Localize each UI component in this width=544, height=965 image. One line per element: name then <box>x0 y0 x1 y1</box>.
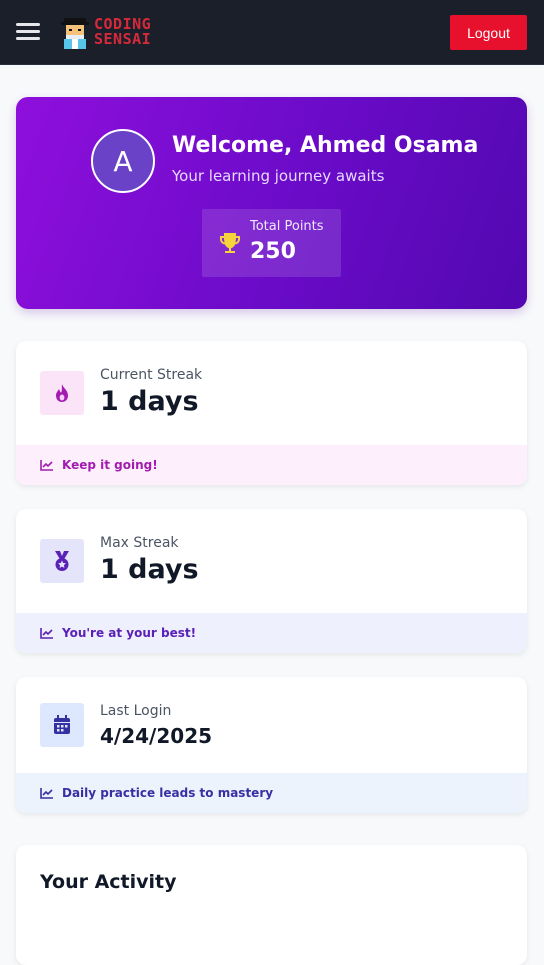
avatar: A <box>91 129 155 193</box>
current-streak-value: 1 days <box>100 386 199 417</box>
welcome-heading: Welcome, Ahmed Osama <box>172 133 479 158</box>
top-navbar: CODING SENSAI Logout <box>0 0 544 65</box>
fire-icon <box>40 371 84 415</box>
welcome-hero-card: A Welcome, Ahmed Osama Your learning jou… <box>16 97 527 309</box>
last-login-footer-text: Daily practice leads to mastery <box>62 786 274 800</box>
calendar-icon <box>40 703 84 747</box>
medal-icon <box>40 539 84 583</box>
trending-up-icon <box>40 788 53 799</box>
current-streak-footer-text: Keep it going! <box>62 458 158 472</box>
max-streak-label: Max Streak <box>100 535 179 551</box>
trending-up-icon <box>40 628 53 639</box>
brand-logo-text[interactable]: CODING SENSAI <box>94 17 166 51</box>
total-points-value: 250 <box>250 239 296 264</box>
trophy-icon <box>220 233 240 253</box>
current-streak-label: Current Streak <box>100 367 203 383</box>
total-points-label: Total Points <box>250 219 324 234</box>
max-streak-footer: You're at your best! <box>16 613 527 653</box>
current-streak-footer: Keep it going! <box>16 445 527 485</box>
last-login-card: Last Login 4/24/2025 Daily practice lead… <box>16 677 527 813</box>
max-streak-value: 1 days <box>100 554 199 585</box>
welcome-subtitle: Your learning journey awaits <box>172 167 385 185</box>
total-points-box: Total Points 250 <box>202 209 341 277</box>
logout-button[interactable]: Logout <box>450 15 527 50</box>
last-login-footer: Daily practice leads to mastery <box>16 773 527 813</box>
max-streak-footer-text: You're at your best! <box>62 626 197 640</box>
trending-up-icon <box>40 460 53 471</box>
sensei-mascot-logo-icon[interactable] <box>58 17 92 51</box>
current-streak-card: Current Streak 1 days Keep it going! <box>16 341 527 485</box>
activity-title: Your Activity <box>40 871 177 893</box>
hamburger-menu-icon[interactable] <box>16 20 40 44</box>
max-streak-card: Max Streak 1 days You're at your best! <box>16 509 527 653</box>
activity-section: Your Activity <box>16 845 527 965</box>
last-login-value: 4/24/2025 <box>100 724 213 748</box>
last-login-label: Last Login <box>100 703 172 719</box>
